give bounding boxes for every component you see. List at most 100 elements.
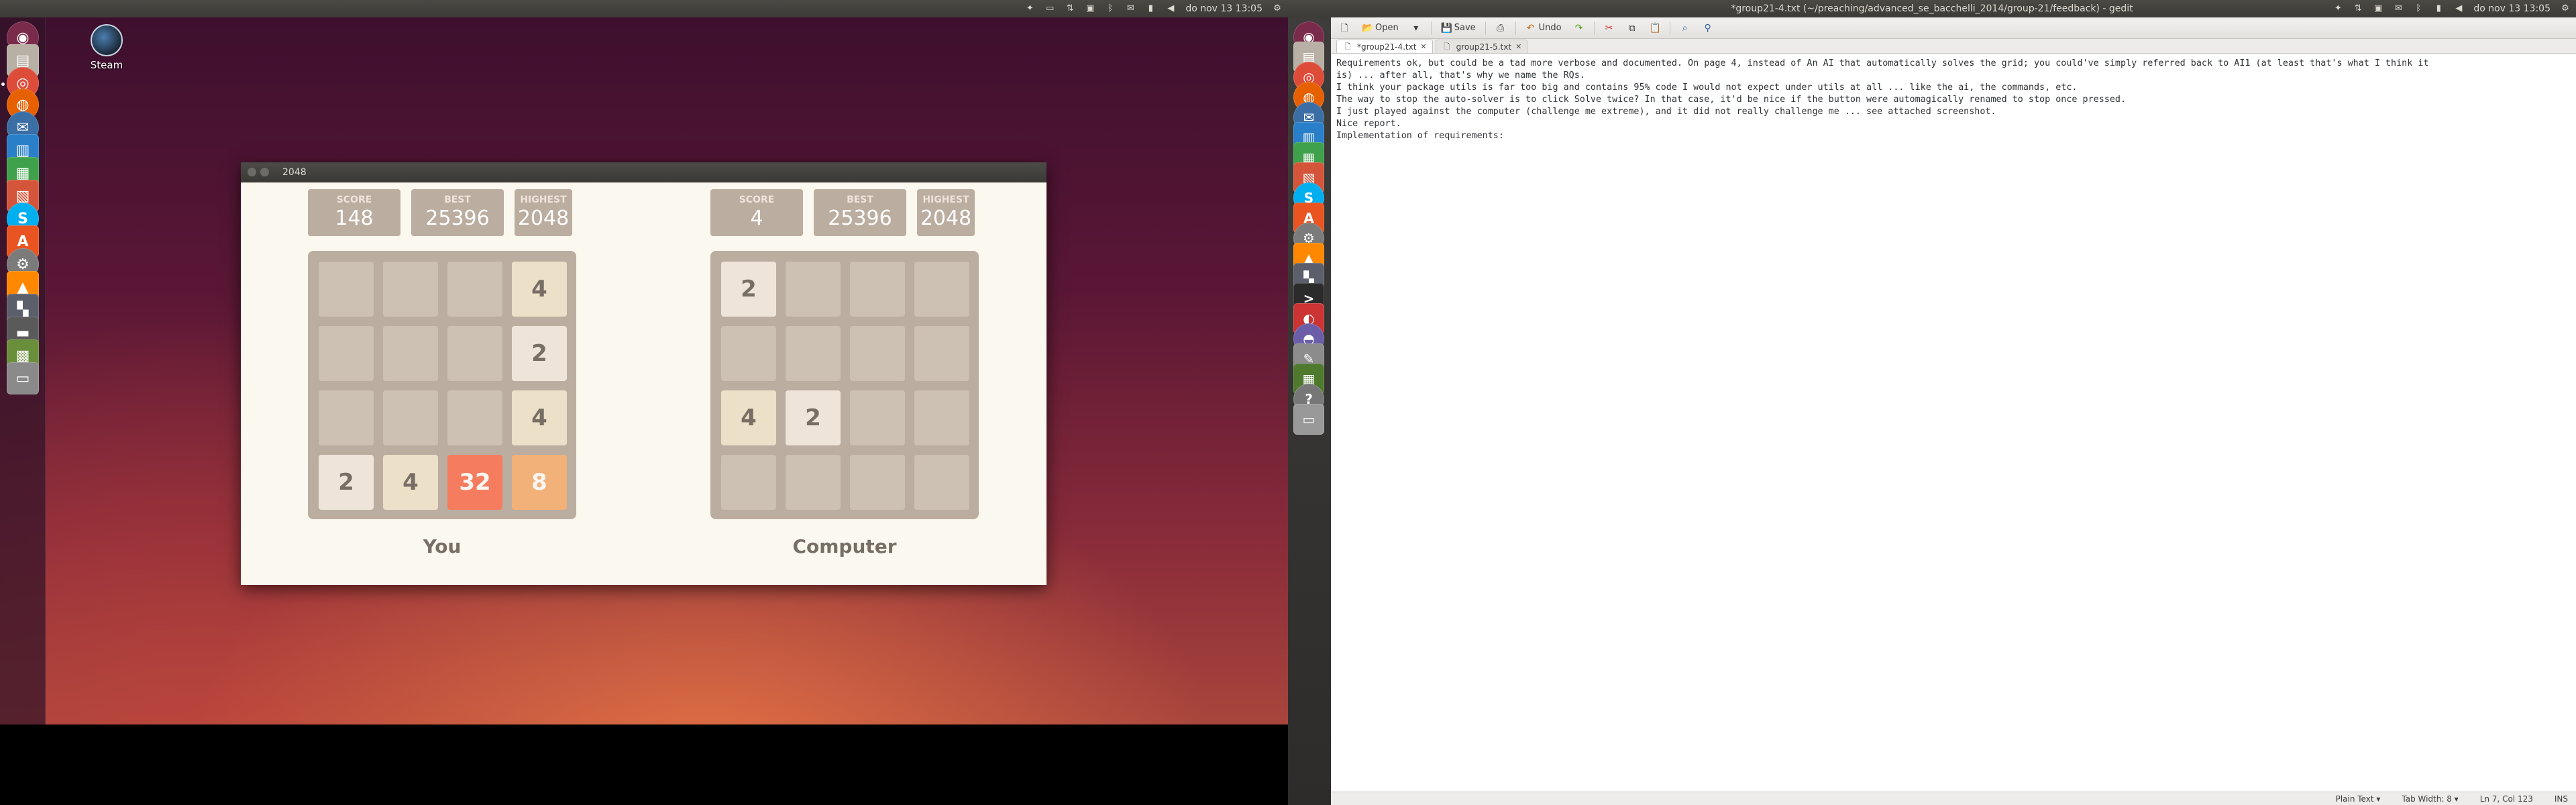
clock[interactable]: do nov 13 13:05 (1185, 0, 1263, 17)
bluetooth-icon[interactable]: ᛒ (1105, 4, 1116, 13)
top-panel: ✦ ▭ ⇅ ▣ ᛒ ✉ ▮ ◀ do nov 13 13:05 ⚙ (0, 0, 1288, 17)
screen-black-area (0, 724, 1288, 805)
cut-button[interactable]: ✂ (1601, 21, 1617, 35)
computer-tile: 2 (786, 390, 841, 445)
print-button[interactable]: ⎙ (1493, 21, 1509, 35)
trash-icon[interactable]: ▭ (1293, 404, 1324, 435)
highest-label: HIGHEST (922, 195, 969, 205)
toolbar: 🗋 📂 Open ▾ 💾 Save ⎙ ↶ Undo ↷ ✂ ⧉ 📋 ⌕ ⚲ (1331, 17, 2576, 39)
player-empty-cell (383, 262, 438, 317)
computer-empty-cell (850, 326, 905, 381)
computer-score: 4 (750, 207, 763, 230)
gear-icon[interactable]: ⚙ (1272, 4, 1283, 13)
mail-icon[interactable]: ✉ (2393, 4, 2404, 13)
game-window-titlebar[interactable]: 2048 (241, 162, 1046, 182)
tab-group21-4[interactable]: 🗋 *group21-4.txt ✕ (1336, 40, 1433, 53)
clock[interactable]: do nov 13 13:05 (2473, 0, 2551, 17)
desktop-icon-steam[interactable]: Steam (86, 24, 127, 71)
editor-line: is) ... after all, that's why we name th… (1336, 70, 1585, 80)
open-button[interactable]: 📂 Open (1359, 21, 1401, 35)
player-tile: 2 (319, 455, 374, 510)
folder-icon: 📂 (1362, 22, 1374, 34)
open-recent-dropdown[interactable]: ▾ (1408, 21, 1424, 35)
left-monitor: ✦ ▭ ⇅ ▣ ᛒ ✉ ▮ ◀ do nov 13 13:05 ⚙ ◉ ▤ ◎ … (0, 0, 1288, 805)
player-empty-cell (447, 390, 502, 445)
game-window-2048: 2048 SCORE 148 BEST 25396 HIGHEST 2048 4… (241, 162, 1046, 585)
minimize-button[interactable] (260, 168, 269, 176)
player-tile: 4 (512, 262, 567, 317)
computer-best: 25396 (828, 207, 892, 230)
close-button[interactable] (248, 168, 256, 176)
battery-icon[interactable]: ▮ (1145, 4, 1156, 13)
desktop-icon-label: Steam (90, 59, 123, 71)
score-label: SCORE (336, 195, 372, 205)
player-grid[interactable]: 4 2 4 2 4 32 8 (308, 251, 576, 519)
close-tab-icon[interactable]: ✕ (1515, 42, 1521, 51)
tab-group21-5[interactable]: 🗋 group21-5.txt ✕ (1435, 40, 1528, 53)
computer-empty-cell (721, 455, 776, 510)
document-icon: 🗋 (1444, 42, 1450, 51)
drive-icon[interactable]: ▭ (7, 362, 39, 394)
player-tile: 32 (447, 455, 502, 510)
computer-empty-cell (721, 326, 776, 381)
toolbar-separator (1593, 21, 1595, 35)
bluetooth-icon[interactable]: ᛒ (2413, 4, 2424, 13)
undo-icon: ↶ (1526, 22, 1535, 34)
player-empty-cell (319, 390, 374, 445)
print-icon: ⎙ (1497, 22, 1505, 34)
computer-tile: 4 (721, 390, 776, 445)
language-selector[interactable]: Plain Text ▾ (2336, 794, 2381, 804)
open-label: Open (1375, 23, 1399, 33)
insert-mode: INS (2554, 794, 2568, 804)
volume-icon[interactable]: ◀ (2453, 4, 2464, 13)
new-document-button[interactable]: 🗋 (1336, 21, 1352, 35)
tab-width-selector[interactable]: Tab Width: 8 ▾ (2402, 794, 2458, 804)
mail-icon[interactable]: ✉ (1125, 4, 1136, 13)
replace-button[interactable]: ⚲ (1700, 21, 1716, 35)
launcher: ◉ ▤ ◎ ◍ ✉ ▥ ▦ ▧ S A ⚙ ▲ ▚ ▬ ▩ ▭ (0, 17, 46, 724)
network-icon[interactable]: ⇅ (2353, 4, 2363, 13)
save-icon: 💾 (1440, 22, 1453, 34)
window-controls (248, 168, 269, 176)
tab-label: *group21-4.txt (1357, 42, 1417, 52)
dropbox-icon[interactable]: ✦ (2332, 4, 2343, 13)
editor-line: Requirements ok, but could be a tad more… (1336, 58, 2429, 68)
system-tray: ✦ ⇅ ▣ ✉ ᛒ ▮ ◀ do nov 13 13:05 ⚙ (2332, 0, 2571, 17)
gear-icon[interactable]: ⚙ (2560, 4, 2571, 13)
player-tile: 4 (512, 390, 567, 445)
computer-empty-cell (850, 262, 905, 317)
undo-button[interactable]: ↶ Undo (1523, 21, 1564, 35)
paste-button[interactable]: 📋 (1647, 21, 1663, 35)
input-method-icon[interactable]: ▣ (2373, 4, 2383, 13)
copy-icon: ⧉ (1628, 22, 1635, 34)
save-button[interactable]: 💾 Save (1438, 21, 1479, 35)
redo-button[interactable]: ↷ (1571, 21, 1587, 35)
toolbar-separator (1515, 21, 1516, 35)
player-tile: 8 (512, 455, 567, 510)
computer-best-box: BEST 25396 (814, 189, 906, 236)
score-label: SCORE (739, 195, 775, 205)
new-document-icon: 🗋 (1340, 22, 1348, 34)
computer-empty-cell (914, 455, 969, 510)
close-tab-icon[interactable]: ✕ (1420, 42, 1426, 51)
player-score-box: SCORE 148 (308, 189, 400, 236)
language-label: Plain Text (2335, 794, 2374, 804)
find-button[interactable]: ⌕ (1677, 21, 1693, 35)
keyboard-layout-icon[interactable]: ▭ (1044, 4, 1055, 13)
computer-tile: 2 (721, 262, 776, 317)
system-tray: ✦ ▭ ⇅ ▣ ᛒ ✉ ▮ ◀ do nov 13 13:05 ⚙ (1024, 0, 1283, 17)
computer-highest-box: HIGHEST 2048 (917, 189, 975, 236)
player-highest-box: HIGHEST 2048 (515, 189, 572, 236)
computer-empty-cell (914, 326, 969, 381)
tab-bar: 🗋 *group21-4.txt ✕ 🗋 group21-5.txt ✕ (1331, 39, 2576, 54)
computer-empty-cell (850, 455, 905, 510)
replace-icon: ⚲ (1704, 22, 1711, 34)
copy-button[interactable]: ⧉ (1624, 21, 1640, 35)
network-icon[interactable]: ⇅ (1065, 4, 1075, 13)
battery-icon[interactable]: ▮ (2433, 4, 2444, 13)
player-empty-cell (319, 326, 374, 381)
text-editor[interactable]: Requirements ok, but could be a tad more… (1331, 55, 2576, 792)
dropbox-icon[interactable]: ✦ (1024, 4, 1035, 13)
input-method-icon[interactable]: ▣ (1085, 4, 1095, 13)
volume-icon[interactable]: ◀ (1165, 4, 1176, 13)
